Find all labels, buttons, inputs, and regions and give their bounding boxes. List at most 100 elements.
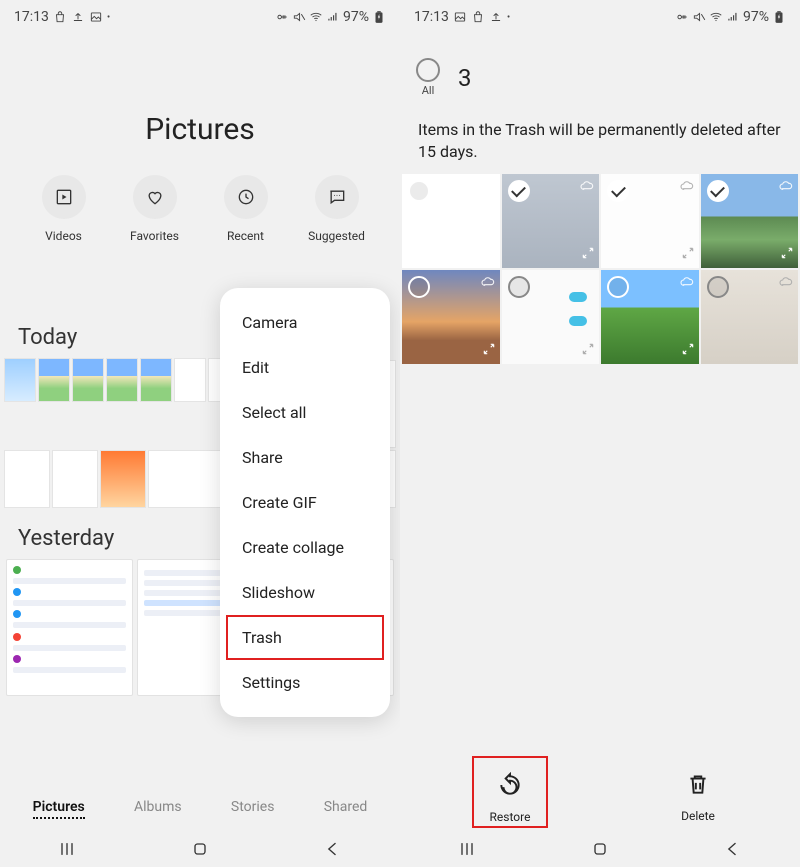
heart-icon — [145, 187, 165, 207]
action-videos[interactable]: Videos — [29, 175, 99, 243]
menu-camera[interactable]: Camera — [220, 300, 390, 345]
trash-icon — [685, 771, 711, 797]
nav-back[interactable] — [720, 836, 746, 862]
quick-actions: Videos Favorites Recent Suggested — [18, 175, 382, 243]
thumb[interactable] — [140, 358, 172, 402]
bag-icon — [471, 10, 485, 24]
action-recent[interactable]: Recent — [211, 175, 281, 243]
status-bar: 17:13 • 97% — [400, 0, 800, 34]
select-all-label: All — [416, 84, 440, 97]
menu-settings[interactable]: Settings — [220, 660, 390, 705]
restore-icon — [497, 772, 523, 798]
thumb[interactable] — [72, 358, 104, 402]
wifi-icon — [709, 10, 723, 24]
status-dot: • — [507, 12, 510, 23]
wifi-icon — [309, 10, 323, 24]
image-icon — [453, 10, 467, 24]
status-battery: 97% — [743, 9, 769, 25]
restore-button[interactable]: Restore — [472, 756, 548, 828]
tab-stories[interactable]: Stories — [231, 799, 275, 819]
trash-item[interactable] — [402, 174, 500, 268]
cloud-icon — [679, 178, 695, 198]
thumb[interactable] — [52, 450, 98, 508]
status-bar: 17:13 • 97% — [0, 0, 400, 34]
image-icon — [89, 10, 103, 24]
tab-albums[interactable]: Albums — [134, 799, 182, 819]
trash-actions: Restore Delete — [400, 753, 800, 831]
android-navbar — [400, 831, 800, 867]
bag-icon — [53, 10, 67, 24]
trash-warning: Items in the Trash will be permanently d… — [400, 97, 800, 174]
thumb[interactable] — [4, 358, 36, 402]
battery-icon — [772, 10, 786, 24]
nav-back[interactable] — [320, 836, 346, 862]
check-icon — [707, 276, 729, 298]
restore-label: Restore — [480, 810, 540, 824]
battery-icon — [372, 10, 386, 24]
trash-item[interactable] — [502, 174, 600, 268]
trash-item[interactable] — [402, 270, 500, 364]
thumb[interactable] — [174, 358, 206, 402]
expand-icon — [780, 245, 794, 264]
tab-pictures[interactable]: Pictures — [33, 799, 85, 819]
selection-header: All 3 — [400, 34, 800, 97]
cloud-icon — [679, 274, 695, 294]
thumb[interactable] — [38, 358, 70, 402]
check-icon — [607, 276, 629, 298]
mute-icon — [292, 10, 306, 24]
action-videos-label: Videos — [29, 229, 99, 243]
page-title: Pictures — [0, 112, 400, 147]
trash-item[interactable] — [502, 270, 600, 364]
bottom-tabs: Pictures Albums Stories Shared — [0, 787, 400, 831]
trash-item[interactable] — [601, 174, 699, 268]
status-time: 17:13 — [14, 9, 49, 25]
signal-icon — [726, 10, 740, 24]
nav-recent[interactable] — [454, 836, 480, 862]
trash-item[interactable] — [701, 174, 799, 268]
cloud-icon — [778, 178, 794, 198]
thumb[interactable] — [4, 450, 50, 508]
action-suggested-label: Suggested — [302, 229, 372, 243]
menu-selectall[interactable]: Select all — [220, 390, 390, 435]
trash-item[interactable] — [701, 270, 799, 364]
check-icon — [508, 276, 530, 298]
select-all[interactable]: All — [416, 58, 440, 97]
action-suggested[interactable]: Suggested — [302, 175, 372, 243]
cloud-icon — [480, 274, 496, 294]
expand-icon — [581, 245, 595, 264]
thumb[interactable] — [106, 358, 138, 402]
chat-icon — [327, 187, 347, 207]
action-favorites[interactable]: Favorites — [120, 175, 190, 243]
phone-left-gallery: 17:13 • 97% Pictures Videos Favorites Re… — [0, 0, 400, 867]
nav-recent[interactable] — [54, 836, 80, 862]
vpn-icon — [675, 10, 689, 24]
thumb[interactable] — [6, 559, 133, 696]
check-icon — [408, 276, 430, 298]
cloud-icon — [778, 274, 794, 294]
mute-icon — [692, 10, 706, 24]
expand-icon — [482, 341, 496, 360]
upload-icon — [71, 10, 85, 24]
delete-button[interactable]: Delete — [668, 761, 728, 823]
action-favorites-label: Favorites — [120, 229, 190, 243]
menu-slideshow[interactable]: Slideshow — [220, 570, 390, 615]
action-recent-label: Recent — [211, 229, 281, 243]
check-icon — [508, 180, 530, 202]
expand-icon — [681, 341, 695, 360]
menu-edit[interactable]: Edit — [220, 345, 390, 390]
check-icon — [707, 180, 729, 202]
menu-gif[interactable]: Create GIF — [220, 480, 390, 525]
nav-home[interactable] — [587, 836, 613, 862]
trash-item[interactable] — [601, 270, 699, 364]
tab-shared[interactable]: Shared — [324, 799, 368, 819]
selected-count: 3 — [458, 64, 472, 92]
cloud-icon — [579, 178, 595, 198]
android-navbar — [0, 831, 400, 867]
clock-icon — [236, 187, 256, 207]
upload-icon — [489, 10, 503, 24]
nav-home[interactable] — [187, 836, 213, 862]
thumb[interactable] — [100, 450, 146, 508]
menu-trash[interactable]: Trash — [226, 615, 384, 660]
menu-share[interactable]: Share — [220, 435, 390, 480]
menu-collage[interactable]: Create collage — [220, 525, 390, 570]
